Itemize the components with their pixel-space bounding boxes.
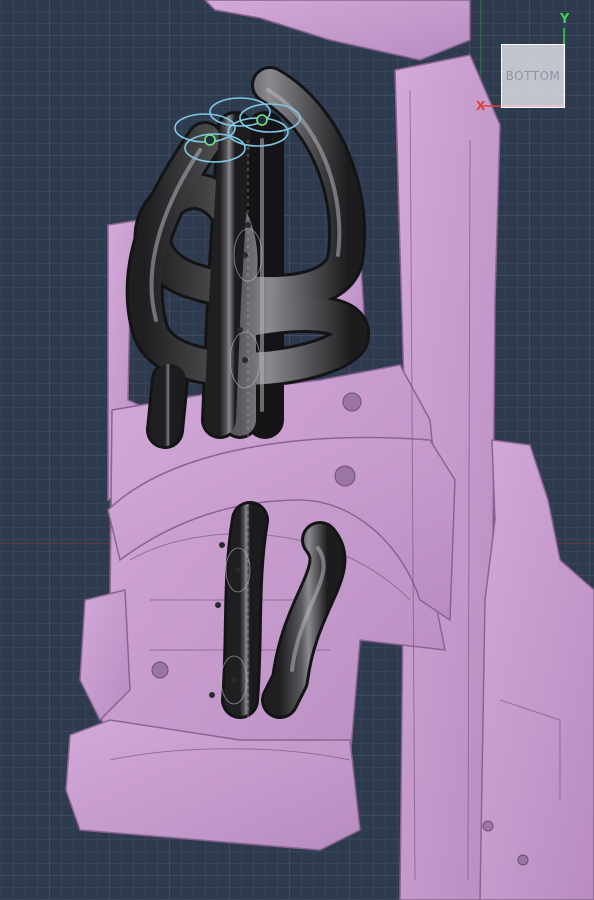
- scene: [65, 0, 594, 900]
- 3d-viewport[interactable]: Y X BOTTOM: [0, 0, 594, 900]
- mesh-top-strip: [203, 0, 471, 61]
- mesh-right-bracket: [479, 439, 594, 900]
- x-axis-label: X: [476, 99, 486, 113]
- view-cube-icon[interactable]: Y X BOTTOM: [476, 12, 588, 113]
- cube-face-bottom[interactable]: BOTTOM: [501, 44, 565, 108]
- y-axis-label: Y: [560, 12, 570, 27]
- mesh-bottom-floor: [65, 719, 361, 851]
